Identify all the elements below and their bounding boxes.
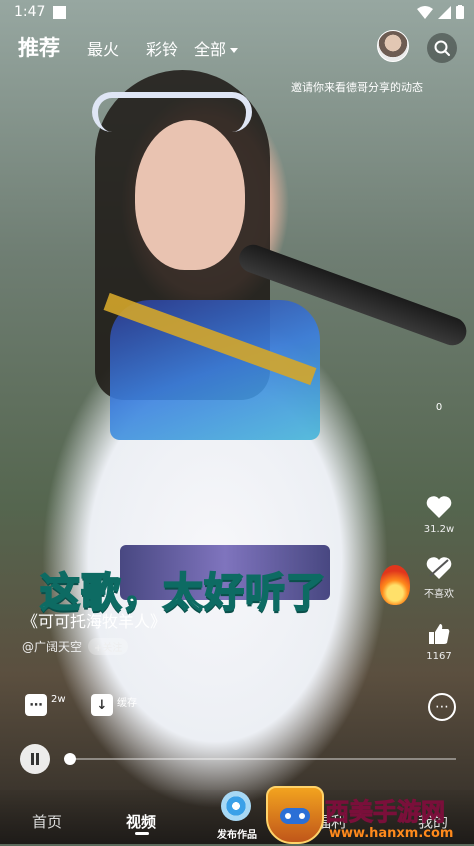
watermark-logo — [266, 786, 324, 844]
status-icons — [417, 5, 464, 19]
signal-icon — [438, 5, 451, 19]
wifi-icon — [417, 5, 433, 19]
thumbs-up-count: 1167 — [426, 651, 452, 662]
progress-track[interactable] — [66, 758, 456, 760]
tab-all[interactable]: 全部 — [194, 36, 239, 60]
avatar[interactable] — [377, 30, 409, 62]
side-top-count: 0 — [435, 402, 443, 413]
thumbs-up-icon — [429, 624, 450, 644]
comment-button[interactable]: ⋯ 2w — [25, 694, 66, 716]
video-figure-face — [135, 120, 245, 270]
fire-icon — [380, 565, 410, 605]
like-button[interactable]: 31.2w — [404, 495, 474, 535]
follow-button[interactable]: +关注 — [88, 638, 129, 655]
nav-active-indicator — [135, 832, 149, 835]
progress-knob[interactable] — [64, 753, 76, 765]
watermark-url: www.hanxm.com — [329, 826, 454, 841]
download-button[interactable]: ↓ 缓存 — [91, 694, 137, 716]
dislike-label: 不喜欢 — [424, 589, 454, 600]
tab-all-label: 全部 — [194, 40, 227, 59]
search-button[interactable] — [427, 33, 457, 63]
download-label: 缓存 — [117, 698, 137, 709]
more-icon: ⋯ — [435, 699, 449, 715]
thumbs-up-button[interactable]: 1167 — [404, 622, 474, 662]
comment-icon: ⋯ — [25, 694, 47, 716]
notification-icon — [53, 6, 66, 19]
song-title[interactable]: 《可可托海牧羊人》 — [22, 608, 166, 632]
pause-button[interactable] — [20, 744, 50, 774]
tab-ringtone[interactable]: 彩铃 — [146, 36, 178, 60]
status-time: 1:47 — [14, 4, 46, 20]
watermark-title: 西美手游网 — [325, 798, 446, 827]
author-name[interactable]: @广阔天空 — [22, 638, 82, 655]
more-button[interactable]: ⋯ — [428, 693, 456, 721]
like-count: 31.2w — [423, 524, 455, 535]
dislike-icon — [426, 557, 452, 579]
tab-recommend[interactable]: 推荐 — [18, 32, 60, 62]
download-icon: ↓ — [91, 694, 113, 716]
battery-icon — [456, 5, 464, 19]
tab-hottest[interactable]: 最火 — [87, 36, 119, 60]
caret-down-icon — [230, 48, 239, 53]
nav-publish[interactable]: 发布作品 — [217, 826, 257, 841]
status-bar: 1:47 — [0, 0, 474, 26]
comment-count: 2w — [51, 694, 66, 705]
gamepad-icon — [280, 808, 310, 824]
search-icon — [434, 40, 450, 56]
nav-video[interactable]: 视频 — [126, 811, 156, 832]
nav-home[interactable]: 首页 — [32, 811, 62, 832]
heart-icon — [426, 496, 452, 518]
publish-disc-icon[interactable] — [221, 791, 251, 821]
dislike-button[interactable]: 不喜欢 — [404, 556, 474, 600]
share-hint[interactable]: 邀请你来看德哥分享的动态 — [291, 79, 423, 95]
author-row: @广阔天空 +关注 — [22, 638, 129, 655]
video-figure-headband — [92, 92, 252, 132]
